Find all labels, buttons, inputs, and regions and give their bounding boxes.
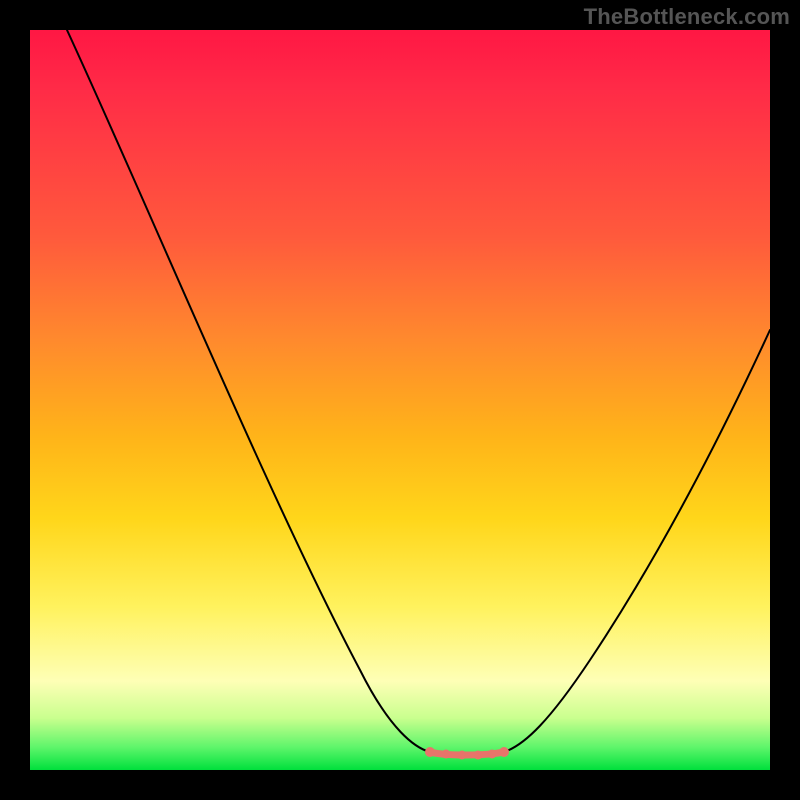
- trough-marker-dot: [442, 750, 451, 759]
- trough-marker-dot: [474, 751, 483, 760]
- curve-left-branch: [67, 30, 430, 752]
- chart-svg: [30, 30, 770, 770]
- trough-marker-dot: [425, 747, 435, 757]
- trough-marker-dot: [499, 747, 509, 757]
- trough-marker-dot: [488, 750, 497, 759]
- trough-marker-dot: [458, 751, 467, 760]
- chart-frame: TheBottleneck.com: [0, 0, 800, 800]
- plot-area: [30, 30, 770, 770]
- curve-right-branch: [504, 330, 770, 752]
- watermark-text: TheBottleneck.com: [584, 4, 790, 30]
